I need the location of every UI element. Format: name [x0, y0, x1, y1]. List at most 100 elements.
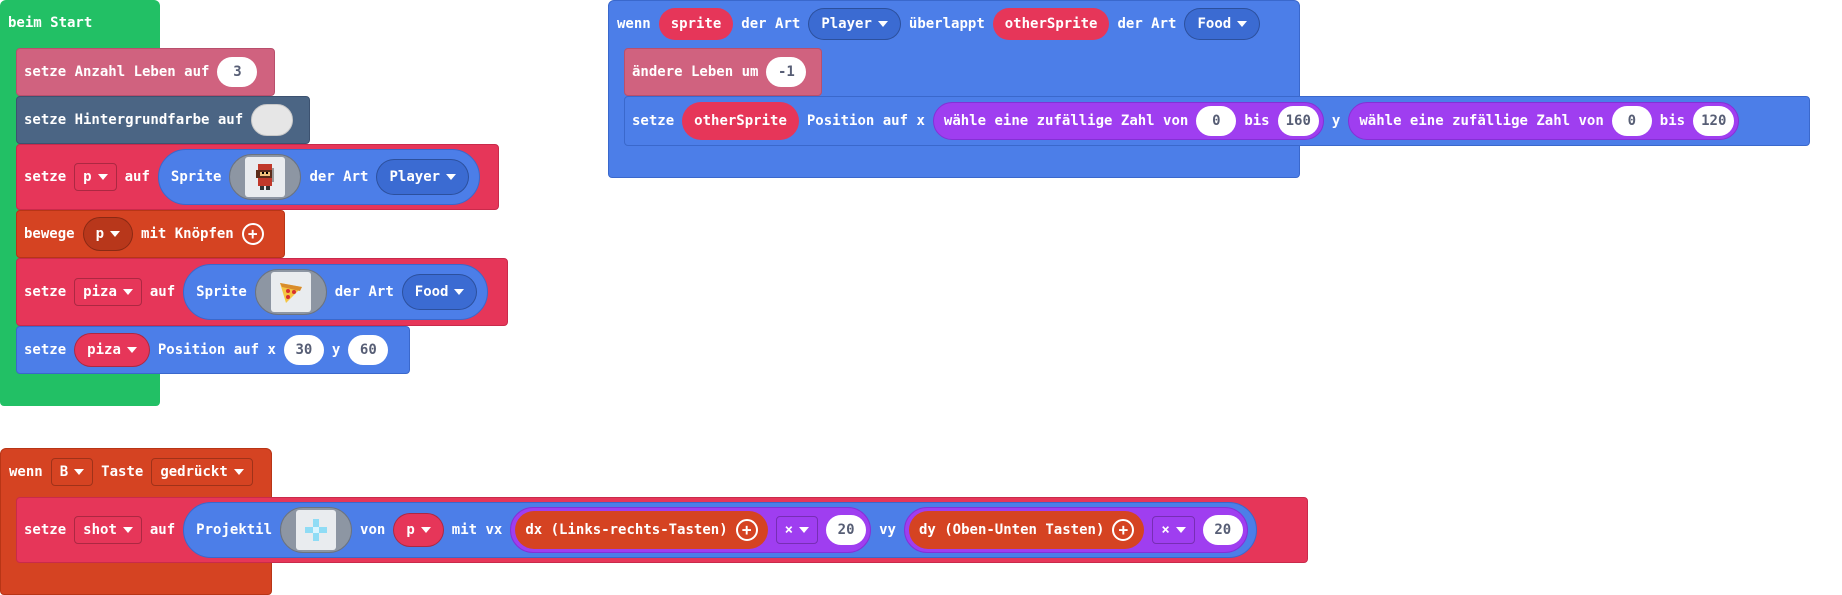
set-random-position-block[interactable]: setze otherSprite Position auf x wähle e…: [624, 96, 1810, 146]
variable-dropdown-shot[interactable]: shot: [74, 516, 142, 544]
kind-name: Food: [1197, 16, 1232, 32]
variable-dropdown-p[interactable]: p: [82, 217, 134, 251]
sprite-variable[interactable]: sprite: [658, 8, 734, 40]
plus-icon[interactable]: +: [241, 223, 264, 245]
on-start-label: beim Start: [8, 15, 93, 31]
vx-multiplier-field[interactable]: 20: [826, 515, 867, 545]
projectile-label: Projektil: [196, 522, 273, 538]
button-dropdown[interactable]: B: [50, 458, 94, 486]
variable-name: p: [95, 226, 105, 242]
move-with-buttons-block[interactable]: bewege p mit Knöpfen +: [16, 210, 285, 258]
variable-dropdown-p[interactable]: p: [393, 513, 444, 547]
create-player-sprite-block[interactable]: setze p auf Sprite der Art Player: [16, 144, 499, 210]
chevron-down-icon: [233, 469, 244, 475]
sprite-image-picker[interactable]: [254, 269, 327, 315]
sprite-image-picker[interactable]: [229, 154, 302, 200]
random-x-reporter[interactable]: wähle eine zufällige Zahl von 0 bis 160: [932, 102, 1324, 140]
variable-name: p: [406, 522, 415, 538]
chevron-down-icon: [420, 527, 431, 533]
kind-label: der Art: [334, 284, 394, 300]
chevron-down-icon: [877, 21, 888, 27]
random-y-reporter[interactable]: wähle eine zufällige Zahl von 0 bis 120: [1348, 102, 1740, 140]
projectile-image-picker[interactable]: [280, 507, 353, 553]
set-position-block[interactable]: setze piza Position auf x 30 y 60: [16, 326, 410, 374]
vx-math-reporter[interactable]: dx (Links-rechts-Tasten) + × 20: [510, 507, 872, 553]
variable-dropdown-p[interactable]: p: [74, 163, 117, 191]
chevron-down-icon: [97, 174, 108, 180]
chevron-down-icon: [454, 289, 465, 295]
set-label: setze: [632, 113, 675, 129]
variable-name: piza: [87, 342, 121, 358]
create-food-sprite-block[interactable]: setze piza auf Sprite der Art Food: [16, 258, 508, 326]
chevron-down-icon: [122, 289, 133, 295]
kind-dropdown-player[interactable]: Player: [808, 8, 901, 40]
set-background-label: setze Hintergrundfarbe auf: [24, 112, 244, 128]
x-value-field[interactable]: 30: [283, 335, 324, 365]
set-life-label: setze Anzahl Leben auf: [24, 64, 210, 80]
to-label: auf: [124, 169, 150, 185]
set-life-block[interactable]: setze Anzahl Leben auf 3: [16, 48, 275, 96]
variable-dropdown-piza[interactable]: piza: [74, 333, 150, 367]
operator-dropdown[interactable]: ×: [775, 516, 819, 544]
life-change-field[interactable]: -1: [766, 57, 807, 87]
random-to-field[interactable]: 120: [1693, 106, 1735, 136]
when-label: wenn: [9, 464, 43, 480]
variable-name: shot: [83, 522, 117, 538]
button-name: B: [59, 464, 69, 480]
vy-math-reporter[interactable]: dy (Oben-Unten Tasten) + × 20: [903, 507, 1248, 553]
chevron-down-icon: [446, 174, 457, 180]
dy-reporter[interactable]: dy (Oben-Unten Tasten) +: [908, 511, 1145, 549]
vy-multiplier-field[interactable]: 20: [1202, 515, 1243, 545]
change-life-block[interactable]: ändere Leben um -1: [624, 48, 822, 96]
event-dropdown[interactable]: gedrückt: [151, 458, 253, 486]
kind-dropdown-food[interactable]: Food: [1184, 8, 1261, 40]
create-projectile-block[interactable]: setze shot auf Projektil von p mit vx dx…: [16, 497, 1308, 563]
kind-name: Player: [821, 16, 872, 32]
chevron-down-icon: [1237, 21, 1248, 27]
random-from-field[interactable]: 0: [1196, 106, 1237, 136]
dx-label: dx (Links-rechts-Tasten): [525, 522, 728, 538]
random-from-field[interactable]: 0: [1611, 106, 1652, 136]
create-projectile-reporter[interactable]: Projektil von p mit vx dx (Links-rechts-…: [183, 502, 1257, 558]
position-label: Position auf x: [157, 342, 276, 358]
sprite-label: Sprite: [196, 284, 247, 300]
vy-label: vy: [879, 522, 896, 538]
create-sprite-reporter[interactable]: Sprite der Art Player: [157, 149, 481, 205]
chevron-down-icon: [126, 347, 137, 353]
set-label: setze: [24, 522, 67, 538]
set-background-block[interactable]: setze Hintergrundfarbe auf: [16, 96, 310, 144]
plus-icon[interactable]: +: [735, 519, 758, 541]
random-to-field[interactable]: 160: [1277, 106, 1319, 136]
set-label: setze: [24, 169, 67, 185]
create-sprite-reporter[interactable]: Sprite der Art Food: [183, 264, 489, 320]
vx-label: mit vx: [451, 522, 503, 538]
chevron-down-icon: [110, 231, 121, 237]
random-to-label: bis: [1659, 113, 1686, 129]
plus-icon[interactable]: +: [1112, 519, 1135, 541]
to-label: auf: [149, 284, 176, 300]
pizza-sprite-image: [270, 272, 311, 312]
kind-label: der Art: [309, 169, 369, 185]
y-value-field[interactable]: 60: [348, 335, 389, 365]
set-label: setze: [24, 284, 67, 300]
y-label: y: [1331, 113, 1341, 129]
other-sprite-variable[interactable]: otherSprite: [682, 102, 799, 140]
set-label: setze: [24, 342, 67, 358]
life-value-field[interactable]: 3: [217, 57, 258, 87]
when-label: wenn: [617, 16, 651, 32]
dx-reporter[interactable]: dx (Links-rechts-Tasten) +: [515, 511, 768, 549]
variable-dropdown-piza[interactable]: piza: [74, 278, 142, 306]
other-sprite-variable[interactable]: otherSprite: [992, 8, 1110, 40]
random-to-label: bis: [1244, 113, 1270, 129]
move-label: bewege: [24, 226, 75, 242]
kind-dropdown-food[interactable]: Food: [401, 274, 478, 310]
chevron-down-icon: [74, 469, 85, 475]
operator-name: ×: [1161, 522, 1170, 538]
background-color-swatch[interactable]: [251, 104, 294, 136]
operator-dropdown[interactable]: ×: [1152, 516, 1195, 544]
kind-dropdown-player[interactable]: Player: [376, 159, 470, 195]
to-label: auf: [149, 522, 176, 538]
kind-name: Food: [414, 284, 449, 300]
random-label: wähle eine zufällige Zahl von: [943, 113, 1189, 129]
from-label: von: [360, 522, 386, 538]
